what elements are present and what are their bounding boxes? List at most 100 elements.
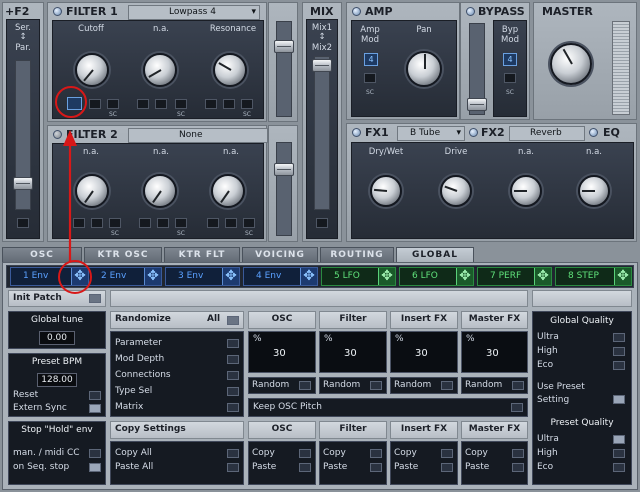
filter2-level-handle[interactable] — [274, 163, 294, 176]
osc-copy-toggle[interactable] — [299, 449, 311, 458]
bypass-mod-slot[interactable] — [504, 73, 516, 83]
filter-percent-box[interactable]: % 30 — [319, 331, 387, 373]
fx1-na-knob-1[interactable] — [510, 175, 542, 207]
master-volume-knob[interactable] — [550, 43, 592, 85]
fx1-na-knob-2[interactable] — [578, 175, 610, 207]
tab-global[interactable]: GLOBAL — [396, 247, 474, 263]
filter2-knob-3[interactable] — [211, 174, 245, 208]
amp-mod-slot[interactable] — [364, 73, 376, 83]
filter1-type-dropdown[interactable]: Lowpass 4 ▾ — [128, 5, 260, 20]
drag-handle-icon[interactable]: ✥ — [300, 268, 317, 285]
man-midi-toggle[interactable] — [89, 449, 101, 458]
filter2-knob-1[interactable] — [75, 174, 109, 208]
tab-voicing[interactable]: VOICING — [242, 247, 318, 262]
mod-4-env[interactable]: 4 Env ✥ — [243, 267, 318, 286]
global-tune-value[interactable]: 0.00 — [39, 331, 75, 345]
drag-handle-icon[interactable]: ✥ — [378, 268, 395, 285]
filter2-level-fader[interactable] — [274, 142, 294, 236]
filter2-slot[interactable] — [225, 218, 237, 228]
osc-percent-box[interactable]: % 30 — [248, 331, 316, 373]
eq-power-led[interactable] — [589, 128, 598, 137]
mod-2-env[interactable]: 2 Env ✥ — [88, 267, 162, 286]
reset-toggle[interactable] — [89, 391, 101, 400]
filter1-level-handle[interactable] — [274, 40, 294, 53]
preset-quality-high-toggle[interactable] — [613, 449, 625, 458]
filter2-slot[interactable] — [139, 218, 151, 228]
filter2-slot[interactable] — [175, 218, 187, 228]
filter-random-toggle[interactable] — [370, 381, 382, 390]
res-mod-slot-2[interactable] — [223, 99, 235, 109]
insert-fx-paste-toggle[interactable] — [441, 463, 453, 472]
drag-handle-icon[interactable]: ✥ — [456, 268, 473, 285]
drag-handle-icon[interactable]: ✥ — [222, 268, 239, 285]
tab-ktr-flt[interactable]: KTR FLT — [164, 247, 240, 262]
init-patch-button[interactable]: Init Patch — [8, 290, 106, 307]
cutoff-knob[interactable] — [75, 53, 109, 87]
randomize-connections-toggle[interactable] — [227, 371, 239, 380]
filter2-slot[interactable] — [157, 218, 169, 228]
osc-paste-toggle[interactable] — [299, 463, 311, 472]
extern-sync-toggle[interactable] — [89, 404, 101, 413]
amp-power-led[interactable] — [352, 7, 361, 16]
filter2-slot[interactable] — [91, 218, 103, 228]
filter2-slot[interactable] — [207, 218, 219, 228]
global-quality-high-toggle[interactable] — [613, 347, 625, 356]
global-quality-eco-toggle[interactable] — [613, 361, 625, 370]
mod-8-step[interactable]: 8 STEP ✥ — [555, 267, 632, 286]
f2-fader-handle[interactable] — [13, 177, 33, 190]
filter1-na-knob[interactable] — [143, 53, 177, 87]
preset-bpm-value[interactable]: 128.00 — [37, 373, 77, 387]
f2-mod-slot[interactable] — [17, 218, 29, 228]
mix-fader-handle[interactable] — [312, 59, 332, 72]
filter2-type-dropdown[interactable]: None — [128, 128, 268, 143]
filter2-slot[interactable] — [109, 218, 121, 228]
master-fx-random-toggle[interactable] — [512, 381, 524, 390]
randomize-parameter-toggle[interactable] — [227, 339, 239, 348]
fx1-power-led[interactable] — [352, 128, 361, 137]
randomize-matrix-toggle[interactable] — [227, 403, 239, 412]
filter1-level-fader[interactable] — [274, 21, 294, 117]
tab-routing[interactable]: ROUTING — [320, 247, 394, 262]
mod-5-lfo[interactable]: 5 LFO ✥ — [321, 267, 396, 286]
cutoff-sc-slot[interactable] — [107, 99, 119, 109]
filter1-power-led[interactable] — [53, 7, 62, 16]
fx2-type-dropdown[interactable]: Reverb — [509, 126, 585, 141]
mix-fader[interactable] — [312, 56, 332, 210]
mod-6-lfo[interactable]: 6 LFO ✥ — [399, 267, 474, 286]
filter2-knob-2[interactable] — [143, 174, 177, 208]
randomize-type-sel-toggle[interactable] — [227, 387, 239, 396]
mod-7-perf[interactable]: 7 PERF ✥ — [477, 267, 552, 286]
f2-fader[interactable] — [13, 60, 33, 210]
drag-handle-icon[interactable]: ✥ — [614, 268, 631, 285]
bypass-fader[interactable] — [467, 23, 487, 115]
filter-paste-toggle[interactable] — [370, 463, 382, 472]
bypass-fader-handle[interactable] — [467, 98, 487, 111]
insert-fx-random-toggle[interactable] — [441, 381, 453, 390]
paste-all-toggle[interactable] — [227, 463, 239, 472]
master-fx-copy-toggle[interactable] — [512, 449, 524, 458]
filter2-slot[interactable] — [243, 218, 255, 228]
insert-fx-percent-box[interactable]: % 30 — [390, 331, 458, 373]
init-patch-toggle[interactable] — [89, 294, 101, 303]
preset-quality-ultra-toggle[interactable] — [613, 435, 625, 444]
resonance-knob[interactable] — [213, 53, 247, 87]
use-preset-toggle[interactable] — [613, 395, 625, 404]
res-mod-slot[interactable] — [205, 99, 217, 109]
res-sc-slot[interactable] — [241, 99, 253, 109]
drive-knob[interactable] — [440, 175, 472, 207]
na-sc-slot[interactable] — [175, 99, 187, 109]
pan-knob[interactable] — [406, 51, 442, 87]
tab-ktr-osc[interactable]: KTR OSC — [84, 247, 162, 262]
drag-handle-icon[interactable]: ✥ — [144, 268, 161, 285]
na-mod-slot[interactable] — [137, 99, 149, 109]
fx1-type-dropdown[interactable]: B Tube ▾ — [397, 126, 465, 141]
na-mod-slot-2[interactable] — [155, 99, 167, 109]
bypass-power-led[interactable] — [466, 7, 475, 16]
global-quality-ultra-toggle[interactable] — [613, 333, 625, 342]
cutoff-mod-slot-2[interactable] — [89, 99, 101, 109]
preset-quality-eco-toggle[interactable] — [613, 463, 625, 472]
on-seq-stop-toggle[interactable] — [89, 463, 101, 472]
keep-osc-pitch-toggle[interactable] — [511, 403, 523, 412]
dry-wet-knob[interactable] — [370, 175, 402, 207]
insert-fx-copy-toggle[interactable] — [441, 449, 453, 458]
